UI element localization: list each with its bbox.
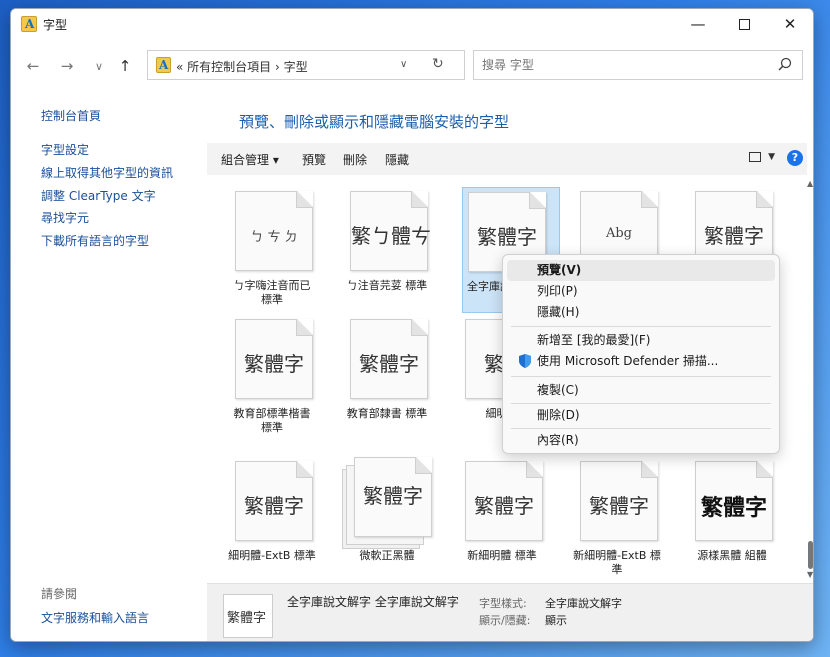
maximize-button[interactable] <box>721 9 767 39</box>
menu-separator <box>511 428 771 429</box>
title-bar: A 字型 — ✕ <box>11 9 813 39</box>
font-tile[interactable]: ㄅ ㄘ ㄉ ㄅ字嗨注音而已 標準 <box>217 183 327 313</box>
refresh-icon[interactable]: ↻ <box>432 56 444 72</box>
see-also-title: 請參閱 <box>41 587 78 601</box>
command-bar: 組合管理 ▾ 預覽 刪除 隱藏 ▼ ? <box>207 143 807 175</box>
back-button[interactable]: ← <box>23 57 43 75</box>
font-file-icon: 繁體字 <box>235 461 313 541</box>
forward-button[interactable]: → <box>57 57 77 75</box>
search-icon[interactable] <box>778 57 792 71</box>
close-button[interactable]: ✕ <box>767 9 813 39</box>
sidebar-link-download-fonts[interactable]: 下載所有語言的字型 <box>41 232 149 249</box>
delete-button[interactable]: 刪除 <box>343 151 367 168</box>
sidebar-link-cleartype[interactable]: 調整 ClearType 文字 <box>41 187 156 204</box>
show-hide-value: 顯示 <box>545 614 567 627</box>
sidebar-link-font-settings[interactable]: 字型設定 <box>41 141 89 158</box>
menu-item-add-favorites[interactable]: 新增至 [我的最愛](F) <box>507 330 775 351</box>
font-file-icon: 繁ㄅ體ㄘ <box>350 191 431 271</box>
font-file-icon: 繁體字 <box>235 319 313 399</box>
font-tile[interactable]: 繁體字 教育部隸書 標準 <box>332 311 442 441</box>
font-label: 教育部標準楷書 標準 <box>233 407 311 434</box>
font-label: 新細明體-ExtB 標 準 <box>573 549 661 576</box>
font-label: ㄅ字嗨注音而已 標準 <box>233 279 311 306</box>
menu-separator <box>511 376 771 377</box>
menu-item-delete[interactable]: 刪除(D) <box>507 405 775 426</box>
hide-button[interactable]: 隱藏 <box>385 151 409 168</box>
menu-separator <box>511 326 771 327</box>
menu-item-properties[interactable]: 內容(R) <box>507 430 775 451</box>
page-title: 預覽、刪除或顯示和隱藏電腦安裝的字型 <box>239 113 510 131</box>
font-file-icon: 繁體字 <box>350 319 428 399</box>
show-hide-label: 顯示/隱藏: <box>479 614 531 627</box>
organize-menu-button[interactable]: 組合管理 ▾ <box>221 151 279 168</box>
font-style-value: 全字庫說文解字 <box>545 597 622 610</box>
font-label: ㄅ注音芫荽 標準 <box>346 279 428 292</box>
maximize-icon <box>738 18 750 30</box>
menu-separator <box>511 403 771 404</box>
search-input[interactable] <box>482 56 762 74</box>
font-file-icon: 繁體字 <box>354 457 432 537</box>
fonts-app-icon: A <box>21 16 37 32</box>
sidebar-link-find-character[interactable]: 尋找字元 <box>41 209 89 226</box>
font-tile[interactable]: 繁體字 新細明體-ExtB 標 準 <box>562 453 672 581</box>
fonts-folder-icon: A <box>156 57 171 73</box>
vertical-scrollbar[interactable]: ▲ ▼ <box>807 175 813 581</box>
context-menu: 預覽(V) 列印(P) 隱藏(H) 新增至 [我的最愛](F) 使用 Micro… <box>502 254 780 454</box>
view-options-chevron-icon[interactable]: ▼ <box>768 152 775 162</box>
breadcrumb[interactable]: « 所有控制台項目 › 字型 <box>176 58 308 75</box>
scroll-down-icon[interactable]: ▼ <box>807 570 813 579</box>
font-tile[interactable]: 繁ㄅ體ㄘ ㄅ注音芫荽 標準 <box>332 183 442 313</box>
help-icon[interactable]: ? <box>787 150 803 166</box>
scroll-thumb[interactable] <box>808 541 813 569</box>
menu-item-preview[interactable]: 預覽(V) <box>507 260 775 281</box>
font-tile[interactable]: 繁體字 新細明體 標準 <box>447 453 557 581</box>
sidebar-link-get-more-fonts[interactable]: 線上取得其他字型的資訊 <box>41 164 173 181</box>
address-row: ← → ∨ ↑ A « 所有控制台項目 › 字型 ∨ ↻ <box>11 39 813 89</box>
preview-button[interactable]: 預覽 <box>302 151 326 168</box>
window-title: 字型 <box>43 18 68 32</box>
scroll-up-icon[interactable]: ▲ <box>807 179 813 188</box>
font-label: 細明體-ExtB 標準 <box>228 549 316 562</box>
menu-item-defender-scan[interactable]: 使用 Microsoft Defender 掃描... <box>507 351 775 372</box>
font-file-icon: 繁體字 <box>580 461 658 541</box>
menu-item-print[interactable]: 列印(P) <box>507 281 775 302</box>
selected-font-thumbnail: 繁體字 <box>223 594 273 638</box>
menu-item-hide[interactable]: 隱藏(H) <box>507 302 775 323</box>
sidebar-link-control-panel-home[interactable]: 控制台首頁 <box>41 107 101 124</box>
font-tile[interactable]: 繁體字 源樣黑體 組體 <box>677 453 787 581</box>
sidebar-link-text-services[interactable]: 文字服務和輸入語言 <box>41 609 149 626</box>
chevron-down-icon[interactable]: ∨ <box>400 59 407 70</box>
sidebar: 控制台首頁 字型設定 線上取得其他字型的資訊 調整 ClearType 文字 尋… <box>11 89 207 641</box>
font-label: 新細明體 標準 <box>467 549 537 562</box>
minimize-button[interactable]: — <box>675 9 721 39</box>
font-file-icon: 繁體字 <box>465 461 543 541</box>
recent-locations-button[interactable]: ∨ <box>89 60 109 73</box>
address-bar[interactable]: A « 所有控制台項目 › 字型 ∨ ↻ <box>147 50 465 80</box>
font-label: 微軟正黑體 <box>359 549 415 562</box>
selected-font-name: 全字庫說文解字 全字庫說文解字 <box>287 595 459 609</box>
view-icon[interactable] <box>749 152 761 162</box>
font-file-icon: ㄅ ㄘ ㄉ <box>235 191 313 271</box>
details-pane: 繁體字 全字庫說文解字 全字庫說文解字 字型樣式: 全字庫說文解字 顯示/隱藏:… <box>207 583 813 641</box>
menu-item-copy[interactable]: 複製(C) <box>507 380 775 401</box>
shield-icon <box>519 354 531 368</box>
font-tile[interactable]: 繁體字 微軟正黑體 <box>332 453 442 581</box>
font-file-icon: 繁體字 <box>695 461 773 541</box>
font-tile[interactable]: 繁體字 教育部標準楷書 標準 <box>217 311 327 441</box>
up-button[interactable]: ↑ <box>115 57 135 75</box>
search-box[interactable] <box>473 50 803 80</box>
font-style-label: 字型樣式: <box>479 597 527 610</box>
font-label: 源樣黑體 組體 <box>697 549 767 562</box>
font-tile[interactable]: 繁體字 細明體-ExtB 標準 <box>217 453 327 581</box>
font-label: 教育部隸書 標準 <box>346 407 428 420</box>
